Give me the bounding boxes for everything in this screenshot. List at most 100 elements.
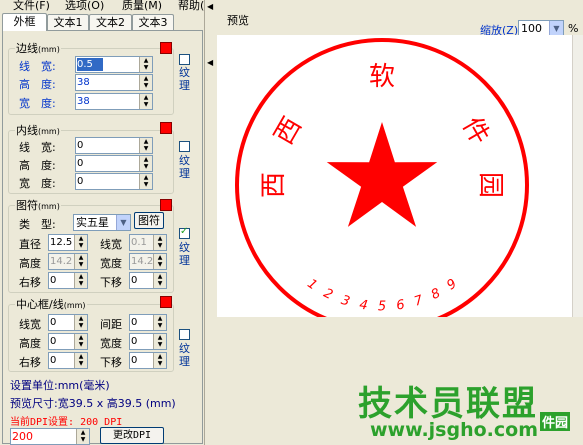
dpi-stepper[interactable]: ▲▼ xyxy=(10,428,90,445)
outer-breadth-label: 宽 度: xyxy=(19,97,56,110)
outer-line-legend: 边线(mm) xyxy=(16,42,60,55)
inner-width-label: 线 宽: xyxy=(19,141,56,154)
stamp-char: 软 xyxy=(369,62,395,92)
watermark-url: www.jsgho.com xyxy=(370,419,538,441)
center-texture-label: 纹理 xyxy=(179,342,190,368)
preview-canvas[interactable]: 西西 软件园 123456789 xyxy=(217,35,572,332)
center-color-swatch[interactable] xyxy=(160,296,172,308)
preview-size-text: 预览尺寸:宽39.5 x 高39.5 (mm) xyxy=(10,397,176,410)
center-down-input[interactable] xyxy=(131,354,153,367)
change-dpi-button[interactable]: 更改DPI xyxy=(100,427,164,444)
inner-breadth-stepper[interactable]: ▲▼ xyxy=(75,173,153,190)
unit-setting-text: 设置单位:mm(毫米) xyxy=(10,379,110,392)
stamp-digits-group: 12 3 4 5 6 7 89 xyxy=(304,276,459,314)
stamp-digit: 1 xyxy=(304,276,319,293)
outer-texture-checkbox[interactable] xyxy=(179,54,190,65)
zoom-value: 100 xyxy=(521,22,542,35)
inner-texture-label: 纹理 xyxy=(179,154,190,180)
stamp-digit: 9 xyxy=(444,276,459,293)
inner-texture-checkbox[interactable] xyxy=(179,141,190,152)
outer-breadth-input[interactable] xyxy=(77,95,137,108)
symbol-linewidth-input[interactable] xyxy=(131,236,153,249)
symbol-right-input[interactable] xyxy=(50,274,74,287)
symbol-texture-label: 纹理 xyxy=(179,241,190,267)
splitter-arrow-icon[interactable]: ◀ xyxy=(207,58,213,67)
symbol-color-swatch[interactable] xyxy=(160,199,172,211)
symbol-width-stepper[interactable]: ▲▼ xyxy=(129,253,167,270)
center-right-stepper[interactable]: ▲▼ xyxy=(48,352,88,369)
symbol-down-label: 下移 xyxy=(100,276,122,289)
symbol-type-label: 类 型: xyxy=(19,218,56,231)
zoom-unit: % xyxy=(568,22,579,35)
symbol-diameter-stepper[interactable]: ▲▼ xyxy=(48,234,88,251)
center-right-input[interactable] xyxy=(50,354,74,367)
panel-splitter[interactable]: ◀ ◀ xyxy=(204,0,216,445)
symbol-button[interactable]: 图符 xyxy=(134,212,164,229)
outer-height-label: 高 度: xyxy=(19,78,56,91)
stamp-digit: 5 xyxy=(378,300,386,315)
symbol-down-stepper[interactable]: ▲▼ xyxy=(129,272,167,289)
chevron-down-icon[interactable]: ▼ xyxy=(549,21,563,36)
outer-width-input[interactable] xyxy=(77,58,103,71)
inner-line-legend: 内线(mm) xyxy=(16,124,60,137)
symbol-type-value: 实五星 xyxy=(76,216,109,229)
symbol-linewidth-stepper[interactable]: ▲▼ xyxy=(129,234,167,251)
symbol-height-input[interactable] xyxy=(50,255,74,268)
center-height-input[interactable] xyxy=(50,335,74,348)
menu-options[interactable]: 选项(O) xyxy=(65,0,104,12)
outer-width-stepper[interactable]: ▲▼ xyxy=(75,56,153,73)
center-down-stepper[interactable]: ▲▼ xyxy=(129,352,167,369)
symbol-right-stepper[interactable]: ▲▼ xyxy=(48,272,88,289)
tab-text1[interactable]: 文本1 xyxy=(47,14,89,31)
stamp-digit: 7 xyxy=(412,293,425,310)
watermark: 技术员联盟 www.jsgho.com 件园 xyxy=(300,372,583,445)
center-linewidth-input[interactable] xyxy=(50,316,74,329)
stamp-char: 园 xyxy=(475,172,505,198)
center-width-input[interactable] xyxy=(131,335,153,348)
center-spacing-input[interactable] xyxy=(131,316,153,329)
settings-panel: 边线(mm) 线 宽: ▲▼ 高 度: ▲▼ 宽 度: ▲▼ 纹理 内线(mm)… xyxy=(2,30,203,445)
center-spacing-stepper[interactable]: ▲▼ xyxy=(129,314,167,331)
inner-height-input[interactable] xyxy=(77,157,137,170)
symbol-type-select[interactable]: 实五星 ▼ xyxy=(73,214,131,231)
collapse-arrow-icon[interactable]: ◀ xyxy=(207,2,213,11)
center-height-stepper[interactable]: ▲▼ xyxy=(48,333,88,350)
stamp-char: 西 xyxy=(269,112,308,150)
outer-line-color-swatch[interactable] xyxy=(160,42,172,54)
inner-breadth-input[interactable] xyxy=(77,175,137,188)
center-legend: 中心框/线(mm) xyxy=(16,298,86,311)
stamp-svg: 西西 软件园 12 3 4 5 6 7 89 xyxy=(235,38,529,332)
symbol-height-stepper[interactable]: ▲▼ xyxy=(48,253,88,270)
symbol-width-input[interactable] xyxy=(131,255,153,268)
stamp-digit: 3 xyxy=(339,293,351,310)
symbol-width-label: 宽度 xyxy=(100,257,122,270)
tab-outer-frame[interactable]: 外框 xyxy=(2,13,47,31)
preview-scrollbar[interactable] xyxy=(572,35,583,317)
stamp-digit: 4 xyxy=(358,298,368,314)
tab-text2[interactable]: 文本2 xyxy=(89,14,132,31)
center-linewidth-stepper[interactable]: ▲▼ xyxy=(48,314,88,331)
symbol-diameter-input[interactable] xyxy=(50,236,74,249)
symbol-down-input[interactable] xyxy=(131,274,153,287)
outer-height-input[interactable] xyxy=(77,76,137,89)
stamp-digit: 2 xyxy=(321,286,335,303)
watermark-sub: 件园 xyxy=(540,412,571,431)
center-width-label: 宽度 xyxy=(100,337,122,350)
outer-height-stepper[interactable]: ▲▼ xyxy=(75,74,153,91)
menu-quality[interactable]: 质量(M) xyxy=(122,0,162,12)
stamp-digit: 8 xyxy=(429,286,443,303)
symbol-texture-checkbox[interactable] xyxy=(179,226,190,239)
menu-file[interactable]: 文件(F) xyxy=(13,0,50,12)
inner-line-color-swatch[interactable] xyxy=(160,122,172,134)
tab-text3[interactable]: 文本3 xyxy=(132,14,174,31)
chevron-down-icon[interactable]: ▼ xyxy=(116,215,130,230)
inner-height-stepper[interactable]: ▲▼ xyxy=(75,155,153,172)
inner-width-stepper[interactable]: ▲▼ xyxy=(75,137,153,154)
outer-breadth-stepper[interactable]: ▲▼ xyxy=(75,93,153,110)
center-width-stepper[interactable]: ▲▼ xyxy=(129,333,167,350)
dpi-input[interactable] xyxy=(12,430,72,443)
inner-width-input[interactable] xyxy=(77,139,137,152)
menu-bar: 文件(F) 选项(O) 质量(M) 帮助(H) xyxy=(0,0,583,12)
symbol-legend: 图符(mm) xyxy=(16,199,60,212)
center-texture-checkbox[interactable] xyxy=(179,329,190,340)
